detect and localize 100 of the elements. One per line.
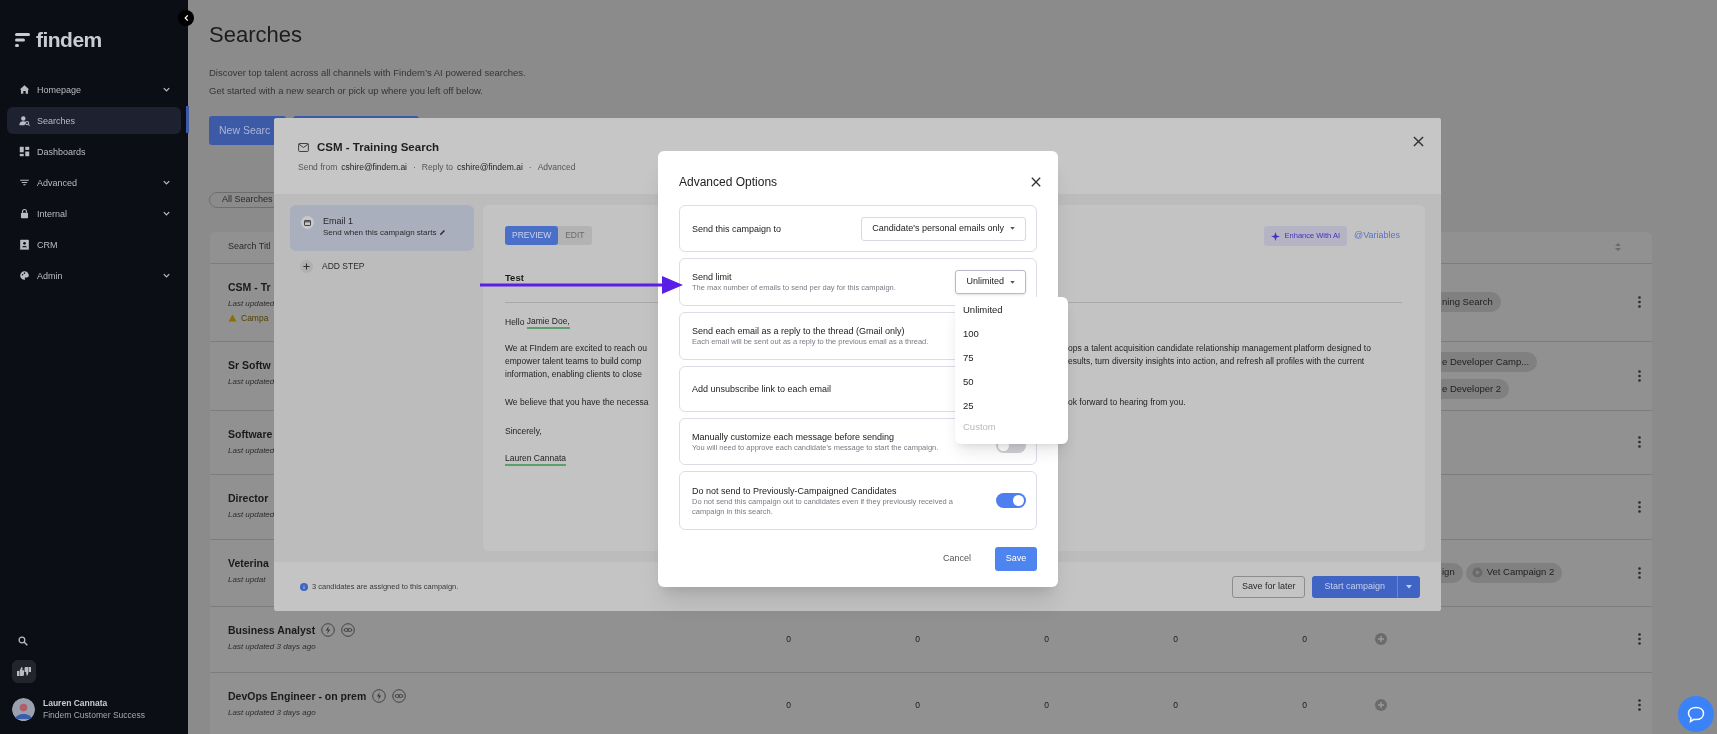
chevron-down-icon xyxy=(162,271,171,280)
nav-item[interactable]: Searches xyxy=(7,107,181,134)
nav-item[interactable]: Internal xyxy=(7,200,181,227)
count-cell: 0 xyxy=(1044,698,1049,712)
option-label: Send this campaign to xyxy=(692,222,782,235)
lock-icon xyxy=(19,208,30,219)
nav-item[interactable]: CRM xyxy=(7,231,181,258)
user-name: Lauren Cannata xyxy=(43,697,109,709)
link-icon[interactable] xyxy=(392,688,407,703)
warning-icon xyxy=(228,314,237,322)
last-updated: Last updated 3 days ago xyxy=(228,640,316,652)
more-icon[interactable] xyxy=(1637,369,1641,382)
menu-item[interactable]: Unlimited xyxy=(955,298,1068,322)
email-text: ops a talent acquisition candidate relationship management platform designed to xyxy=(1068,342,1371,355)
email-text: empower talent teams to build comp xyxy=(505,355,642,368)
user-search-icon xyxy=(19,115,30,126)
menu-item[interactable]: 100 xyxy=(955,322,1068,346)
menu-item[interactable]: 50 xyxy=(955,370,1068,394)
count-cell: 0 xyxy=(915,632,920,646)
campaign-warning: Campa xyxy=(241,312,269,324)
nav-item[interactable]: Admin xyxy=(7,262,181,289)
email-step[interactable]: Email 1 Send when this campaign starts xyxy=(290,205,474,251)
count-cell: 0 xyxy=(1173,632,1178,646)
toggle-switch[interactable] xyxy=(996,493,1026,508)
search-title[interactable]: Veterina xyxy=(228,555,269,570)
feedback-button[interactable] xyxy=(12,660,36,683)
mail-icon xyxy=(298,142,309,152)
save-for-later-button[interactable]: Save for later xyxy=(1231,575,1306,598)
palette-icon xyxy=(19,270,30,281)
page-description: Discover top talent across all channels with Findem’s AI powered searches. xyxy=(209,66,526,80)
info-icon xyxy=(300,582,308,591)
select-field[interactable]: Unlimited xyxy=(955,270,1026,294)
more-icon[interactable] xyxy=(1637,500,1641,513)
save-button[interactable]: Save xyxy=(995,547,1037,571)
mail-icon xyxy=(304,219,311,226)
more-icon[interactable] xyxy=(1637,566,1641,579)
view-tab[interactable]: PREVIEW xyxy=(505,226,559,245)
option-label: Manually customize each message before sending xyxy=(692,430,895,443)
menu-item[interactable]: 25 xyxy=(955,394,1068,418)
search-title[interactable]: Sr Softw xyxy=(228,357,271,372)
nav-item[interactable]: Homepage xyxy=(7,76,181,103)
logo-icon xyxy=(15,32,32,48)
variable-tag[interactable]: Jamie Doe, xyxy=(526,316,570,329)
chevron-down-icon xyxy=(162,209,171,218)
count-cell: 0 xyxy=(1173,698,1178,712)
menu-item[interactable]: 75 xyxy=(955,346,1068,370)
email-subject: Test xyxy=(505,272,524,283)
sender-email: cshire@findem.ai xyxy=(341,161,407,173)
search-title[interactable]: Business Analyst xyxy=(228,622,316,637)
more-icon[interactable] xyxy=(1637,699,1641,711)
nav-item[interactable]: Advanced xyxy=(7,169,181,196)
nav-label: Admin xyxy=(37,269,64,282)
caret-icon xyxy=(1010,280,1015,284)
option-label: Do not send to Previously-Campaigned Candidates xyxy=(692,484,897,497)
search-title[interactable]: DevOps Engineer - on prem xyxy=(228,688,367,703)
search-title[interactable]: Software xyxy=(228,426,273,441)
more-icon[interactable] xyxy=(1637,633,1641,645)
contact-card-icon xyxy=(19,239,30,250)
pencil-icon[interactable] xyxy=(439,229,447,236)
search-title[interactable]: Director xyxy=(228,490,269,505)
campaign-title: CSM - Training Search xyxy=(317,140,440,155)
count-cell: 0 xyxy=(1302,698,1307,712)
chat-icon xyxy=(1687,705,1705,723)
sender-email: cshire@findem.ai xyxy=(457,161,523,173)
filter-icon xyxy=(19,177,30,188)
variable-tag[interactable]: Lauren Cannata xyxy=(505,453,566,466)
nav-label: Dashboards xyxy=(37,145,87,158)
plus-icon xyxy=(303,263,310,270)
close-icon[interactable] xyxy=(1031,177,1041,187)
dialog-title: Advanced Options xyxy=(679,174,778,191)
email-text: We believe that you have the necessa xyxy=(505,396,649,409)
nav-item[interactable]: Dashboards xyxy=(7,138,181,165)
search-icon[interactable] xyxy=(18,636,28,646)
chevron-left-icon xyxy=(182,14,190,22)
close-icon[interactable] xyxy=(1413,136,1424,147)
search-title[interactable]: CSM - Tr xyxy=(228,279,271,294)
count-cell: 0 xyxy=(915,698,920,712)
email-text: ok forward to hearing from you. xyxy=(1068,396,1186,409)
email-text: esults, turn diversity insights into action, and refresh all profiles with the current xyxy=(1068,355,1365,368)
chevron-down-icon xyxy=(162,178,171,187)
nav-label: Internal xyxy=(37,207,69,220)
sender-label: Reply to xyxy=(421,161,454,173)
add-step-button[interactable]: ADD STEP xyxy=(300,259,365,274)
last-updated: Last updated xyxy=(228,375,275,387)
cancel-button[interactable]: Cancel xyxy=(943,552,971,566)
sender-label: Send from xyxy=(298,161,338,173)
count-cell: 0 xyxy=(786,698,791,712)
play-icon xyxy=(1471,567,1483,578)
user-role: Findem Customer Success xyxy=(43,709,146,721)
select-field[interactable]: Candidate's personal emails only xyxy=(861,216,1026,241)
more-icon[interactable] xyxy=(1637,436,1641,448)
campaign-chip[interactable]: Vet Campaign 2 xyxy=(1465,562,1563,583)
option-label: Send limit xyxy=(692,271,732,283)
last-updated: Last updated 3 days ago xyxy=(228,706,316,718)
chevron-down-icon xyxy=(162,85,171,94)
email-text: information, enabling clients to close xyxy=(505,368,643,381)
link-icon[interactable] xyxy=(341,622,356,637)
advanced-link[interactable]: Advanced xyxy=(537,161,576,173)
more-icon[interactable] xyxy=(1637,296,1641,308)
nav-label: Homepage xyxy=(37,83,83,96)
